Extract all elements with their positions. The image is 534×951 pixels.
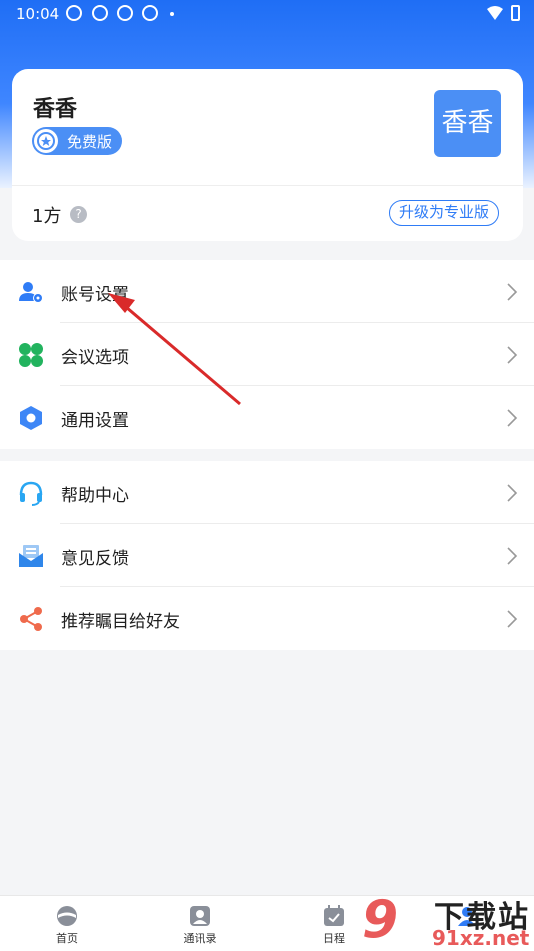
help-icon[interactable]: ? bbox=[70, 206, 87, 223]
notification-icon bbox=[66, 5, 82, 21]
menu-item-help-center[interactable]: 帮助中心 bbox=[0, 461, 534, 524]
menu-item-label: 账号设置 bbox=[61, 285, 129, 305]
tab-home[interactable]: 首页 bbox=[27, 904, 107, 946]
divider bbox=[12, 185, 523, 186]
menu-item-feedback[interactable]: 意见反馈 bbox=[0, 524, 534, 587]
plan-badge-label: 免费版 bbox=[67, 133, 113, 151]
status-bar: 10:04 bbox=[0, 0, 534, 28]
contacts-icon bbox=[190, 906, 210, 926]
medal-icon bbox=[34, 129, 58, 153]
status-time: 10:04 bbox=[16, 5, 60, 23]
feedback-mail-icon bbox=[19, 545, 43, 567]
menu-item-label: 意见反馈 bbox=[61, 549, 129, 569]
clover-icon bbox=[19, 343, 43, 367]
menu-item-label: 推荐瞩目给好友 bbox=[61, 612, 180, 632]
menu-item-account-settings[interactable]: 账号设置 bbox=[0, 260, 534, 323]
headset-icon bbox=[19, 481, 43, 506]
tab-label: 日程 bbox=[323, 932, 345, 945]
menu-item-label: 会议选项 bbox=[61, 348, 129, 368]
settings-group: 账号设置 会议选项 通用设置 bbox=[0, 260, 534, 449]
avatar[interactable]: 香香 bbox=[434, 90, 501, 157]
menu-item-label: 通用设置 bbox=[61, 411, 129, 431]
profile-card: 香香 免费版 香香 1方 ? 升级为专业版 bbox=[12, 69, 523, 241]
hexagon-settings-icon bbox=[20, 406, 42, 430]
chevron-right-icon bbox=[507, 409, 518, 427]
menu-item-meeting-options[interactable]: 会议选项 bbox=[0, 323, 534, 386]
more-notifications-dot bbox=[170, 12, 174, 16]
chevron-right-icon bbox=[507, 610, 518, 628]
home-logo-icon bbox=[57, 906, 77, 926]
chevron-right-icon bbox=[507, 484, 518, 502]
watermark-digits: 9 bbox=[362, 890, 399, 950]
calendar-icon bbox=[324, 905, 344, 926]
chevron-right-icon bbox=[507, 283, 518, 301]
upgrade-button[interactable]: 升级为专业版 bbox=[389, 200, 499, 226]
account-settings-icon bbox=[19, 282, 43, 303]
chevron-right-icon bbox=[507, 346, 518, 364]
user-name: 香香 bbox=[33, 97, 78, 122]
watermark-url: 91xz.net bbox=[432, 926, 530, 950]
share-icon bbox=[20, 607, 42, 631]
support-group: 帮助中心 意见反馈 推荐瞩目给好友 bbox=[0, 461, 534, 650]
notification-icon bbox=[117, 5, 133, 21]
notification-icon bbox=[142, 5, 158, 21]
chevron-right-icon bbox=[507, 547, 518, 565]
menu-item-general-settings[interactable]: 通用设置 bbox=[0, 386, 534, 449]
plan-badge[interactable]: 免费版 bbox=[32, 127, 122, 155]
battery-icon bbox=[511, 5, 520, 21]
tab-contacts[interactable]: 通讯录 bbox=[160, 904, 240, 946]
menu-item-label: 帮助中心 bbox=[61, 486, 129, 506]
notification-icon bbox=[92, 5, 108, 21]
tab-label: 通讯录 bbox=[183, 932, 217, 945]
menu-item-recommend-to-friends[interactable]: 推荐瞩目给好友 bbox=[0, 587, 534, 650]
tab-label: 首页 bbox=[56, 932, 78, 945]
watermark-logo: 9 下载站 91xz.net bbox=[362, 888, 534, 950]
quota-value: 1方 bbox=[32, 206, 62, 227]
wifi-icon bbox=[487, 6, 503, 20]
